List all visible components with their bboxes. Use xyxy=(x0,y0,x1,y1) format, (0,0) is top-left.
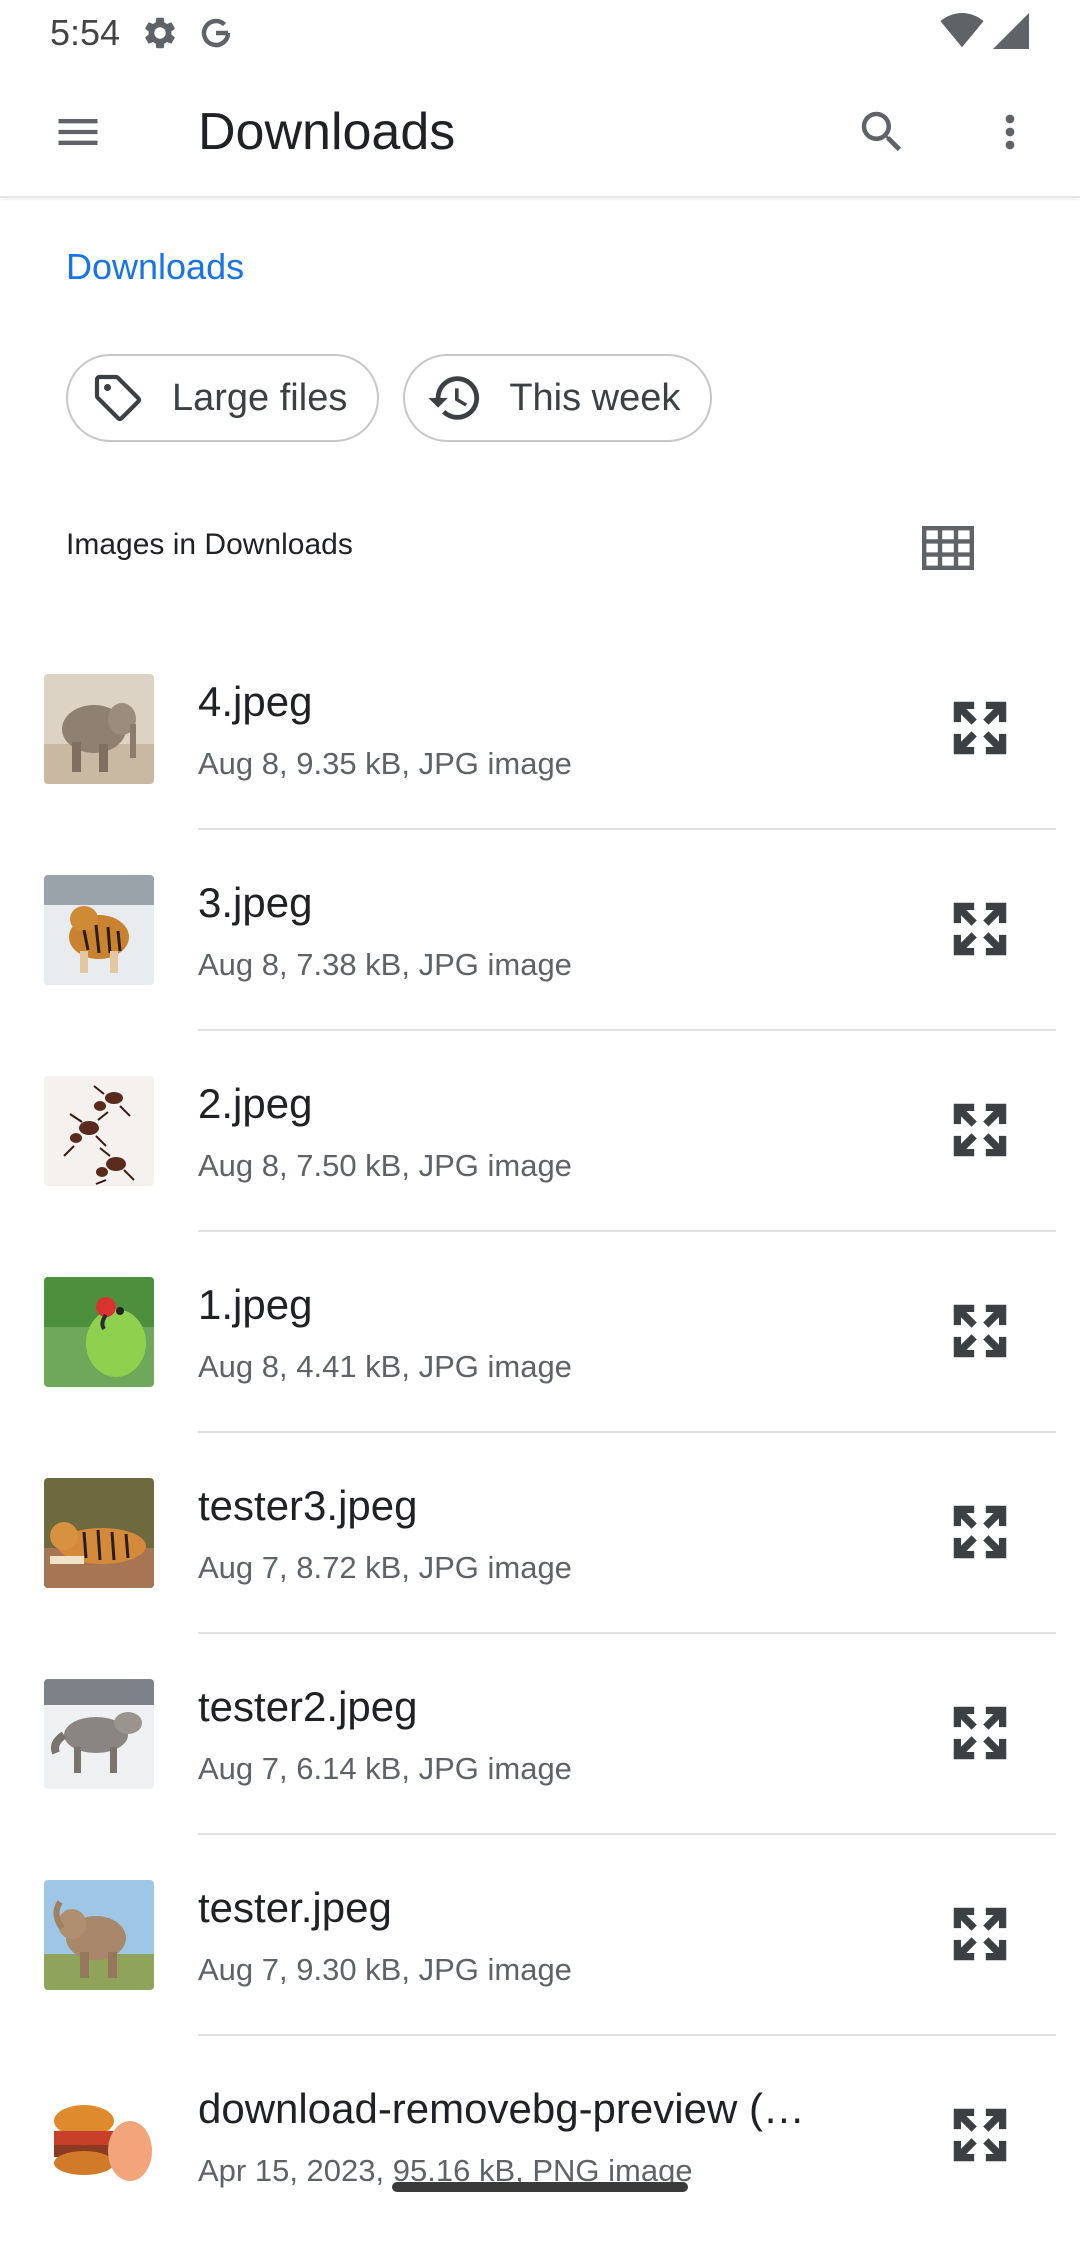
divider xyxy=(198,1029,1056,1031)
grid-view-toggle[interactable] xyxy=(916,516,980,580)
preview-button[interactable] xyxy=(940,1894,1020,1974)
divider xyxy=(198,1632,1056,1634)
divider xyxy=(198,2034,1056,2036)
list-item[interactable]: download-removebg-preview (… Apr 15, 202… xyxy=(0,2067,1080,2268)
chip-this-week[interactable]: This week xyxy=(403,354,713,442)
fullscreen-expand-icon xyxy=(953,1304,1007,1358)
file-meta: Aug 8, 9.35 kB, JPG image xyxy=(198,746,572,781)
file-list: 4.jpeg Aug 8, 9.35 kB, JPG image 3.jpeg … xyxy=(0,660,1080,2268)
label-tag-icon xyxy=(88,368,148,428)
divider xyxy=(198,1833,1056,1835)
list-item[interactable]: tester.jpeg Aug 7, 9.30 kB, JPG image xyxy=(0,1866,1080,2067)
file-name: tester3.jpeg xyxy=(198,1482,418,1529)
fullscreen-expand-icon xyxy=(953,701,1007,755)
fullscreen-expand-icon xyxy=(953,1706,1007,1760)
file-name: 3.jpeg xyxy=(198,879,313,926)
page-title: Downloads xyxy=(198,103,456,161)
cell-signal-icon xyxy=(992,12,1030,54)
gesture-nav-bar[interactable] xyxy=(392,2182,688,2192)
list-item[interactable]: 4.jpeg Aug 8, 9.35 kB, JPG image xyxy=(0,660,1080,861)
divider xyxy=(198,1431,1056,1433)
grid-view-icon xyxy=(922,526,974,570)
thumbnail-tiger-snow xyxy=(44,875,154,985)
fullscreen-expand-icon xyxy=(953,2108,1007,2162)
file-meta: Aug 8, 4.41 kB, JPG image xyxy=(198,1349,572,1384)
fullscreen-expand-icon xyxy=(953,902,1007,956)
thumbnail-food xyxy=(44,2081,154,2191)
menu-button[interactable] xyxy=(42,96,114,168)
preview-button[interactable] xyxy=(940,2095,1020,2175)
thumbnail-elephant-field xyxy=(44,1880,154,1990)
preview-button[interactable] xyxy=(940,889,1020,969)
section-title: Images in Downloads xyxy=(66,528,353,561)
filter-chips: Large files This week xyxy=(66,354,713,442)
list-item[interactable]: 2.jpeg Aug 8, 7.50 kB, JPG image xyxy=(0,1062,1080,1263)
list-item[interactable]: 1.jpeg Aug 8, 4.41 kB, JPG image xyxy=(0,1263,1080,1464)
search-button[interactable] xyxy=(846,96,918,168)
list-item[interactable]: tester2.jpeg Aug 7, 6.14 kB, JPG image xyxy=(0,1665,1080,1866)
fullscreen-expand-icon xyxy=(953,1907,1007,1961)
wifi-icon xyxy=(940,12,984,54)
status-right-icons xyxy=(940,12,1030,54)
app-bar: Downloads xyxy=(0,66,1080,198)
more-options-button[interactable] xyxy=(974,96,1046,168)
list-item[interactable]: 3.jpeg Aug 8, 7.38 kB, JPG image xyxy=(0,861,1080,1062)
file-meta: Aug 8, 7.50 kB, JPG image xyxy=(198,1148,572,1183)
file-meta: Aug 8, 7.38 kB, JPG image xyxy=(198,947,572,982)
chip-label: This week xyxy=(509,376,681,419)
preview-button[interactable] xyxy=(940,688,1020,768)
thumbnail-ants xyxy=(44,1076,154,1186)
thumbnail-parrot xyxy=(44,1277,154,1387)
file-name: tester2.jpeg xyxy=(198,1683,418,1730)
thumbnail-tiger-lying xyxy=(44,1478,154,1588)
file-name: 4.jpeg xyxy=(198,678,313,725)
menu-icon xyxy=(58,119,98,145)
thumbnail-wolf xyxy=(44,1679,154,1789)
fullscreen-expand-icon xyxy=(953,1505,1007,1559)
preview-button[interactable] xyxy=(940,1090,1020,1170)
more-vert-icon xyxy=(1005,114,1015,150)
status-time: 5:54 xyxy=(50,12,121,53)
file-meta: Aug 7, 6.14 kB, JPG image xyxy=(198,1751,572,1786)
file-meta: Aug 7, 9.30 kB, JPG image xyxy=(198,1952,572,1987)
thumbnail-elephant xyxy=(44,674,154,784)
divider xyxy=(198,1230,1056,1232)
preview-button[interactable] xyxy=(940,1291,1020,1371)
preview-button[interactable] xyxy=(940,1693,1020,1773)
status-bar: 5:54 xyxy=(0,0,1080,66)
file-name: 1.jpeg xyxy=(198,1281,313,1328)
preview-button[interactable] xyxy=(940,1492,1020,1572)
settings-gear-icon xyxy=(140,13,180,53)
chip-large-files[interactable]: Large files xyxy=(66,354,380,442)
file-name: download-removebg-preview (… xyxy=(198,2085,805,2132)
file-name: tester.jpeg xyxy=(198,1884,392,1931)
history-icon xyxy=(425,368,485,428)
google-g-icon xyxy=(196,13,236,53)
divider xyxy=(198,828,1056,830)
file-meta: Aug 7, 8.72 kB, JPG image xyxy=(198,1550,572,1585)
list-item[interactable]: tester3.jpeg Aug 7, 8.72 kB, JPG image xyxy=(0,1464,1080,1665)
fullscreen-expand-icon xyxy=(953,1103,1007,1157)
file-name: 2.jpeg xyxy=(198,1080,313,1127)
chip-label: Large files xyxy=(172,376,348,419)
search-icon xyxy=(861,111,902,152)
breadcrumb[interactable]: Downloads xyxy=(66,246,244,288)
